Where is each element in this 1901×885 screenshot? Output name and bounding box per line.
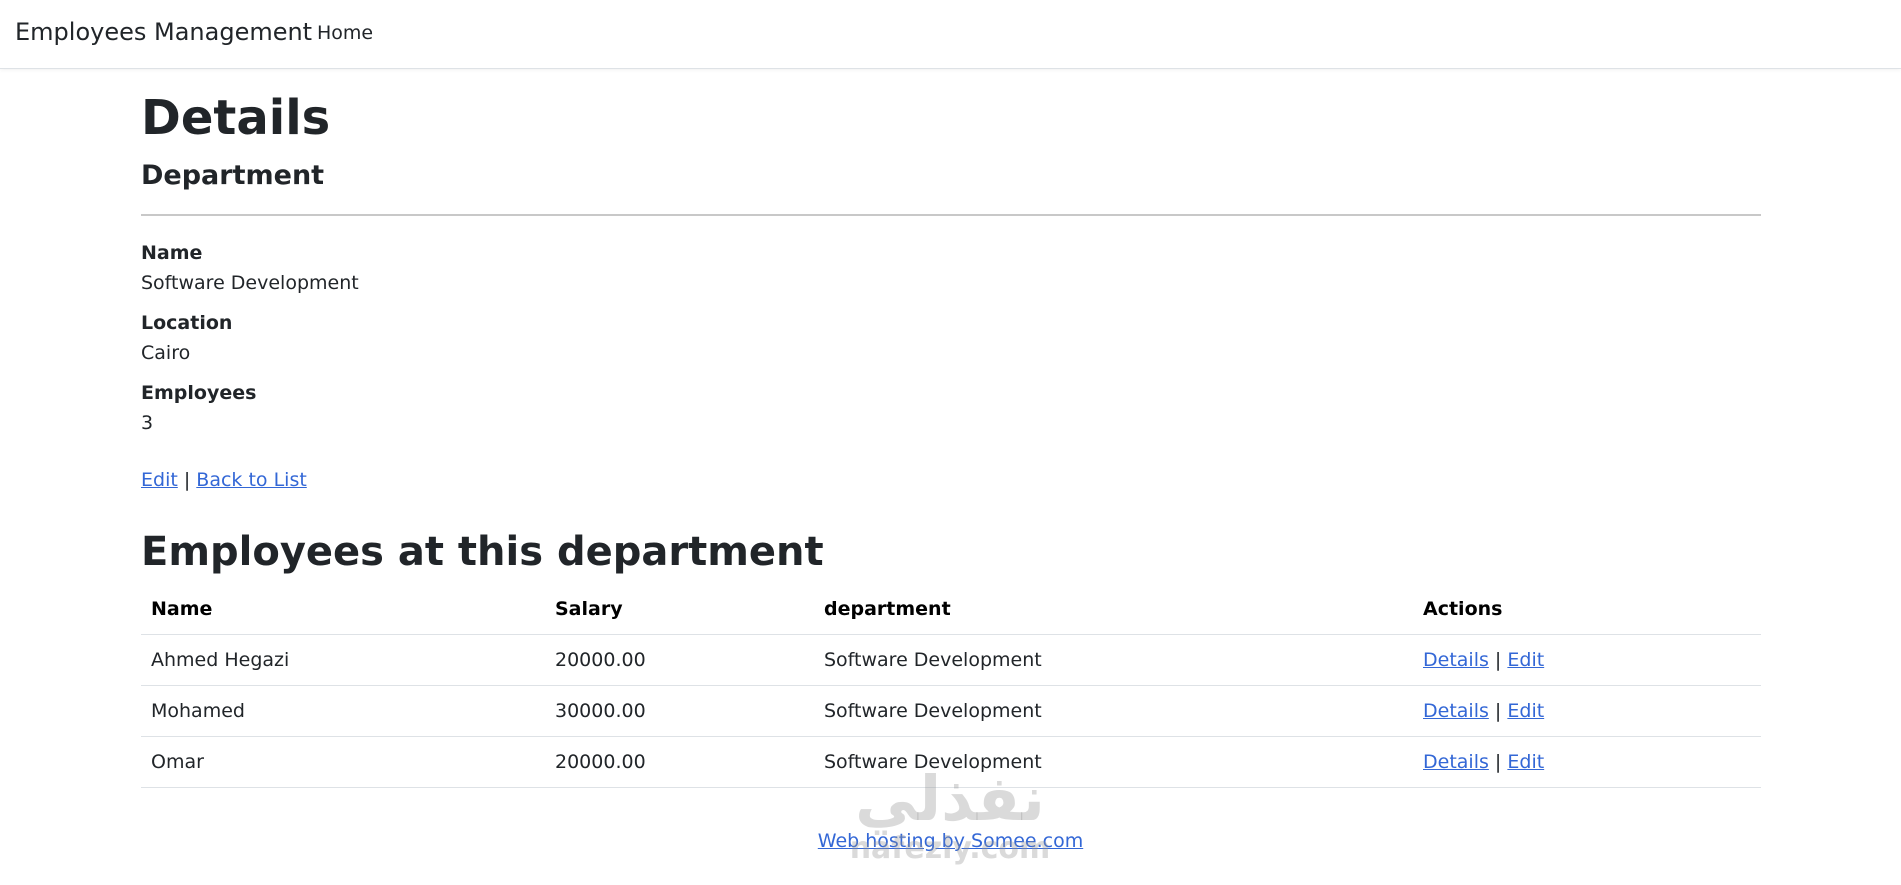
cell-department: Software Development (814, 634, 1413, 686)
employees-heading: Employees at this department (141, 529, 824, 575)
cell-salary: 30000.00 (545, 685, 814, 737)
row-details-link[interactable]: Details (1423, 649, 1489, 671)
column-header-name: Name (141, 583, 545, 635)
link-separator: | (183, 469, 191, 491)
navbar: Employees Management Home (0, 0, 1901, 69)
field-label-employees: Employees (141, 382, 257, 404)
edit-link[interactable]: Edit (141, 469, 178, 491)
cell-name: Omar (141, 736, 545, 788)
footer-hosting-link[interactable]: Web hosting by Somee.com (818, 830, 1083, 852)
divider (141, 214, 1761, 216)
row-edit-link[interactable]: Edit (1507, 700, 1544, 722)
column-header-actions: Actions (1413, 583, 1761, 635)
nav-home-link[interactable]: Home (317, 22, 373, 44)
field-value-location: Cairo (141, 342, 191, 364)
row-action-separator: | (1494, 700, 1502, 722)
column-header-department: department (814, 583, 1413, 635)
page-subtitle: Department (141, 160, 325, 191)
row-details-link[interactable]: Details (1423, 700, 1489, 722)
field-label-name: Name (141, 242, 203, 264)
employees-table: Name Salary department Actions Ahmed Heg… (141, 583, 1761, 788)
table-header-row: Name Salary department Actions (141, 583, 1761, 635)
cell-name: Mohamed (141, 685, 545, 737)
field-label-location: Location (141, 312, 233, 334)
page-title: Details (141, 90, 331, 146)
cell-salary: 20000.00 (545, 634, 814, 686)
table-row: Mohamed 30000.00 Software Development De… (141, 685, 1761, 737)
row-edit-link[interactable]: Edit (1507, 649, 1544, 671)
cell-salary: 20000.00 (545, 736, 814, 788)
row-edit-link[interactable]: Edit (1507, 751, 1544, 773)
brand-link[interactable]: Employees Management (15, 18, 312, 46)
field-value-employees: 3 (141, 412, 154, 434)
action-links: Edit | Back to List (141, 469, 307, 491)
row-details-link[interactable]: Details (1423, 751, 1489, 773)
cell-actions: Details | Edit (1413, 685, 1761, 737)
field-value-name: Software Development (141, 272, 359, 294)
cell-actions: Details | Edit (1413, 634, 1761, 686)
column-header-salary: Salary (545, 583, 814, 635)
cell-department: Software Development (814, 685, 1413, 737)
cell-actions: Details | Edit (1413, 736, 1761, 788)
row-action-separator: | (1494, 751, 1502, 773)
cell-department: Software Development (814, 736, 1413, 788)
cell-name: Ahmed Hegazi (141, 634, 545, 686)
row-action-separator: | (1494, 649, 1502, 671)
footer: Web hosting by Somee.com (0, 830, 1901, 852)
table-row: Omar 20000.00 Software Development Detai… (141, 736, 1761, 788)
back-to-list-link[interactable]: Back to List (196, 469, 307, 491)
table-row: Ahmed Hegazi 20000.00 Software Developme… (141, 634, 1761, 686)
